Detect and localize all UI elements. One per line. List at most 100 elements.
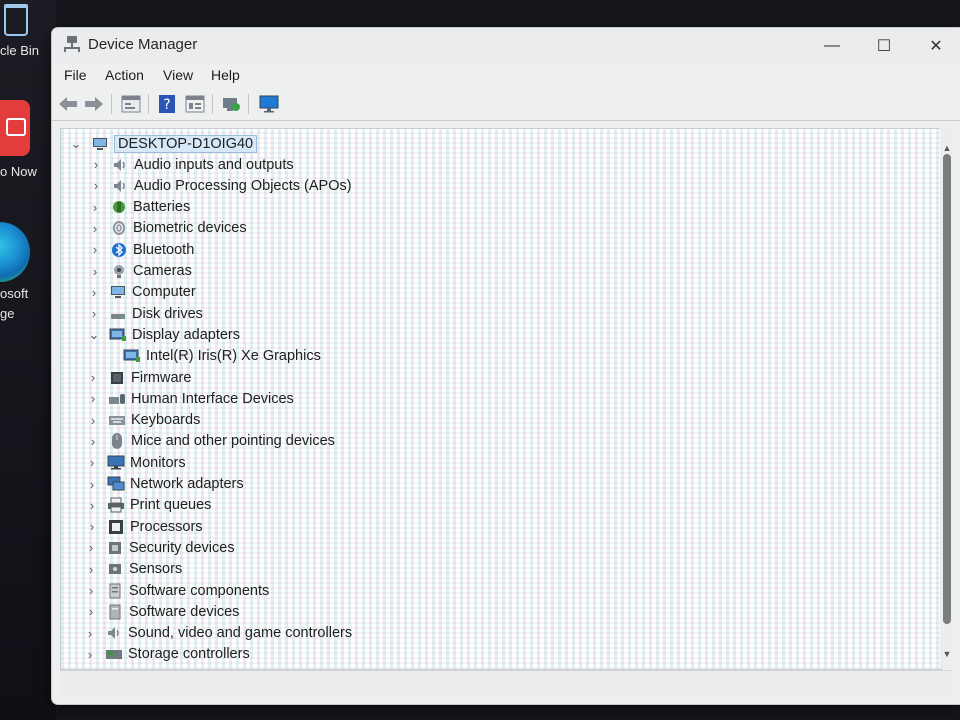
network-icon bbox=[107, 475, 125, 493]
recycle-bin-label: cle Bin bbox=[0, 43, 40, 58]
tree-category[interactable]: › Network adapters bbox=[85, 474, 244, 495]
tree-category[interactable]: › Sound, video and game controllers bbox=[83, 623, 352, 644]
device-tree[interactable]: ⌄ DESKTOP-D1OIG40 › Audio inputs and outp… bbox=[60, 128, 942, 670]
tree-item-label: Biometric devices bbox=[133, 220, 247, 237]
toolbar-separator bbox=[248, 94, 249, 114]
chevron-right-icon[interactable]: › bbox=[87, 306, 101, 321]
tree-item-label: Display adapters bbox=[132, 326, 240, 343]
security-icon bbox=[106, 539, 124, 557]
processor-icon bbox=[107, 518, 125, 536]
tree-category[interactable]: › Cameras bbox=[88, 261, 192, 282]
tree-item-label: Batteries bbox=[133, 199, 191, 216]
tree-category[interactable]: › Disk drives bbox=[87, 303, 203, 324]
chevron-right-icon[interactable]: › bbox=[86, 413, 100, 428]
chevron-right-icon[interactable]: › bbox=[86, 370, 100, 385]
chevron-right-icon[interactable]: › bbox=[87, 285, 101, 300]
tree-category[interactable]: › Security devices bbox=[84, 537, 235, 558]
tree-child-item[interactable]: Intel(R) Iris(R) Xe Graphics bbox=[115, 346, 321, 367]
forward-arrow-icon[interactable] bbox=[83, 93, 105, 115]
edge-label-1: osoft bbox=[0, 286, 29, 301]
tree-category[interactable]: › Computer bbox=[87, 282, 196, 303]
chevron-right-icon[interactable]: › bbox=[84, 540, 98, 555]
title-bar[interactable]: Device Manager — ☐ ✕ bbox=[52, 28, 960, 64]
chevron-right-icon[interactable]: › bbox=[86, 434, 100, 449]
menu-view[interactable]: View bbox=[163, 67, 193, 83]
chevron-right-icon[interactable]: › bbox=[89, 157, 103, 172]
chevron-right-icon[interactable]: › bbox=[89, 178, 103, 193]
tree-category[interactable]: › Storage controllers bbox=[83, 644, 250, 665]
chevron-right-icon[interactable]: › bbox=[85, 477, 99, 492]
tree-category[interactable]: › Biometric devices bbox=[88, 218, 247, 239]
chevron-right-icon[interactable]: › bbox=[86, 391, 100, 406]
close-button[interactable]: ✕ bbox=[916, 32, 956, 60]
device-manager-window: Device Manager — ☐ ✕ File Action View He… bbox=[52, 28, 960, 704]
chevron-right-icon[interactable]: › bbox=[88, 221, 102, 236]
menu-bar: File Action View Help bbox=[52, 64, 960, 88]
chevron-right-icon[interactable]: › bbox=[84, 562, 98, 577]
tree-category[interactable]: › Batteries bbox=[88, 197, 190, 218]
maximize-button[interactable]: ☐ bbox=[864, 32, 904, 60]
vertical-scrollbar[interactable]: ▲ ▼ bbox=[940, 128, 954, 668]
tree-category[interactable]: › Audio inputs and outputs bbox=[89, 154, 294, 175]
maximize-icon: ☐ bbox=[876, 38, 892, 55]
tree-item-label: Storage controllers bbox=[128, 646, 250, 663]
chevron-right-icon[interactable]: › bbox=[88, 242, 102, 257]
chevron-down-icon[interactable]: ⌄ bbox=[69, 136, 83, 152]
chevron-right-icon[interactable]: › bbox=[83, 647, 97, 662]
menu-file[interactable]: File bbox=[64, 67, 87, 83]
chevron-right-icon[interactable]: › bbox=[88, 264, 102, 279]
edge-icon[interactable] bbox=[0, 222, 30, 282]
software-device-icon bbox=[106, 603, 124, 621]
monitor-icon[interactable] bbox=[258, 93, 280, 115]
tree-item-label: Software devices bbox=[129, 603, 240, 620]
tree-category[interactable]: › Human Interface Devices bbox=[86, 388, 294, 409]
scroll-up-icon[interactable]: ▲ bbox=[941, 142, 953, 154]
tree-category[interactable]: › Sensors bbox=[84, 559, 182, 580]
tree-root[interactable]: ⌄ DESKTOP-D1OIG40 bbox=[69, 133, 258, 154]
tree-category[interactable]: › Software components bbox=[84, 580, 269, 601]
tree-category[interactable]: › Print queues bbox=[85, 495, 212, 516]
chevron-right-icon[interactable]: › bbox=[84, 583, 98, 598]
speaker-icon bbox=[111, 156, 129, 174]
recycle-bin[interactable]: cle Bin bbox=[0, 0, 56, 70]
toolbar: ? bbox=[52, 88, 960, 121]
scrollbar-thumb[interactable] bbox=[943, 154, 951, 624]
chevron-down-icon[interactable]: ⌄ bbox=[87, 327, 101, 343]
scroll-down-icon[interactable]: ▼ bbox=[941, 648, 953, 660]
tree-category[interactable]: › Firmware bbox=[86, 367, 192, 388]
computer-icon bbox=[91, 135, 109, 153]
red-app-icon[interactable] bbox=[0, 100, 30, 156]
toolbar-separator bbox=[148, 94, 149, 114]
tree-category[interactable]: › Processors bbox=[85, 516, 203, 537]
tree-item-label: Network adapters bbox=[130, 476, 244, 492]
camera-icon bbox=[110, 262, 128, 280]
tree-category[interactable]: ⌄ Display adapters bbox=[87, 324, 240, 345]
tree-category[interactable]: › Bluetooth bbox=[88, 239, 194, 260]
menu-action[interactable]: Action bbox=[105, 67, 144, 83]
chevron-right-icon[interactable]: › bbox=[88, 200, 102, 215]
toolbar-separator bbox=[212, 94, 213, 114]
red-app-label: o Now bbox=[0, 164, 37, 179]
chevron-right-icon[interactable]: › bbox=[83, 626, 97, 641]
view-icon[interactable] bbox=[184, 93, 206, 115]
chevron-right-icon[interactable]: › bbox=[85, 455, 99, 470]
help-icon[interactable]: ? bbox=[156, 93, 178, 115]
menu-help[interactable]: Help bbox=[211, 67, 240, 83]
bluetooth-icon bbox=[110, 241, 128, 259]
tree-item-label: Bluetooth bbox=[133, 241, 195, 258]
tree-category[interactable]: › Audio Processing Objects (APOs) bbox=[89, 175, 352, 196]
hid-icon bbox=[108, 390, 126, 408]
back-arrow-icon[interactable] bbox=[57, 93, 79, 115]
desktop: cle Bin o Now osoft ge bbox=[0, 0, 56, 720]
tree-category[interactable]: › Keyboards bbox=[86, 410, 201, 431]
properties-icon[interactable] bbox=[120, 93, 142, 115]
minimize-button[interactable]: — bbox=[812, 32, 852, 60]
tree-category[interactable]: › Mice and other pointing devices bbox=[86, 431, 335, 452]
scan-hardware-icon[interactable] bbox=[220, 93, 242, 115]
chevron-right-icon[interactable]: › bbox=[85, 519, 99, 534]
chevron-right-icon[interactable]: › bbox=[85, 498, 99, 513]
display-adapter-icon bbox=[109, 326, 127, 344]
tree-category[interactable]: › Software devices bbox=[84, 601, 240, 622]
chevron-right-icon[interactable]: › bbox=[84, 604, 98, 619]
tree-category[interactable]: › Monitors bbox=[85, 452, 186, 473]
